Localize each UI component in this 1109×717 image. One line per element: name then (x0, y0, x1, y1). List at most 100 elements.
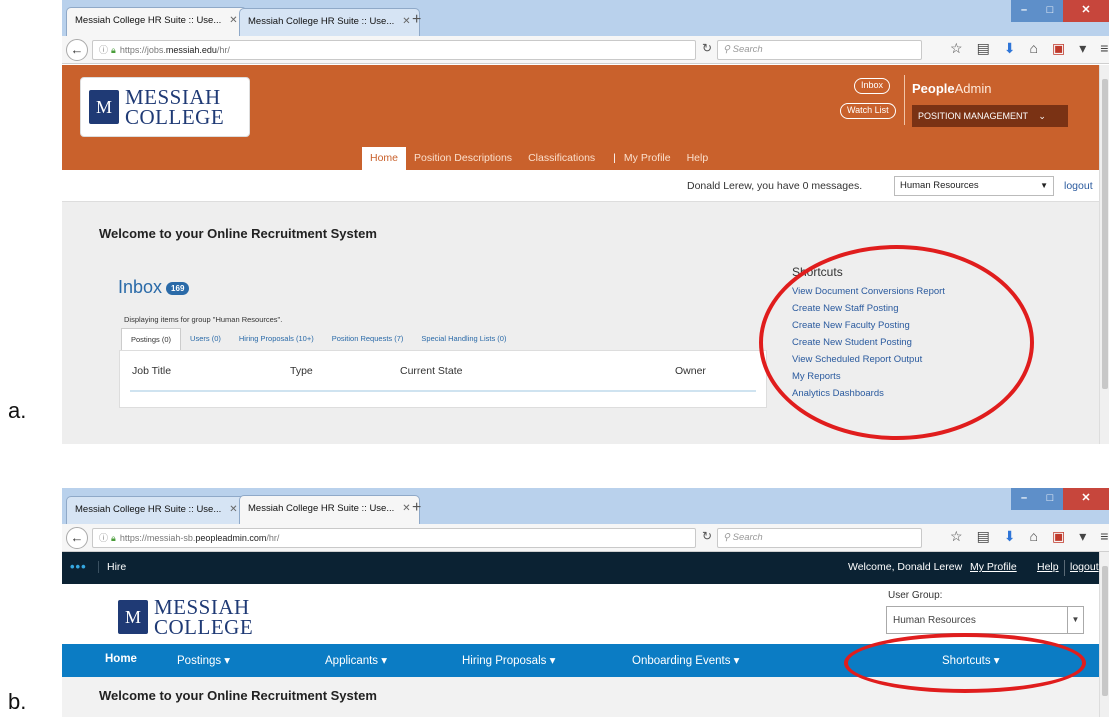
close-tab-icon[interactable]: ✕ (229, 15, 237, 26)
screenshot-b: Messiah College HR Suite :: Use... ✕ Mess… (62, 488, 1109, 717)
dropdown-icon[interactable]: ▾ (1079, 528, 1086, 545)
page-scrollbar[interactable] (1099, 552, 1109, 717)
browser-search-input[interactable]: ⚲ Search (717, 528, 922, 548)
divider (1064, 560, 1065, 576)
reading-list-icon[interactable]: ▤ (977, 40, 990, 57)
inbox-pill-button[interactable]: Inbox (854, 78, 891, 94)
top-utility-bar: ••• Hire Welcome, Donald Lerew My Profil… (62, 552, 1109, 584)
window-controls: – □ ✕ (1011, 0, 1109, 22)
nav-help[interactable]: Help (679, 147, 717, 170)
nav-position-descriptions[interactable]: Position Descriptions (406, 147, 520, 170)
hire-module-label[interactable]: Hire (98, 561, 126, 573)
minimize-icon[interactable]: – (1011, 488, 1037, 510)
url-prefix: https://messiah-sb. (119, 533, 196, 543)
url-domain: messiah.edu (165, 45, 217, 55)
info-icon[interactable]: ⓘ (99, 533, 108, 543)
menu-icon[interactable]: ≡ (1100, 528, 1108, 545)
inbox-heading: Inbox 169 (118, 277, 190, 298)
column-job-title[interactable]: Job Title (132, 365, 171, 377)
bookmark-star-icon[interactable]: ☆ (950, 40, 963, 57)
messages-link[interactable]: Donald Lerew, you have 0 messages. (687, 180, 862, 192)
college-seal-icon: M (118, 600, 148, 634)
scrollbar-thumb[interactable] (1102, 566, 1108, 696)
logout-link[interactable]: logout (1070, 561, 1099, 573)
new-tab-icon[interactable]: + (412, 499, 421, 517)
info-icon[interactable]: ⓘ (99, 45, 108, 55)
nav-postings[interactable]: Postings ▾ (177, 653, 230, 667)
close-tab-icon[interactable]: ✕ (402, 16, 410, 27)
peopleadmin-brand: PeopleAdmin (912, 81, 991, 96)
nav-home[interactable]: Home (105, 653, 137, 665)
close-tab-icon[interactable]: ✕ (229, 504, 237, 515)
tab-hiring-proposals[interactable]: Hiring Proposals (10+) (230, 328, 323, 350)
nav-onboarding-events[interactable]: Onboarding Events ▾ (632, 653, 739, 667)
column-current-state[interactable]: Current State (400, 365, 462, 377)
minimize-icon[interactable]: – (1011, 0, 1037, 22)
reload-icon[interactable]: ↻ (702, 529, 712, 543)
nav-applicants[interactable]: Applicants ▾ (325, 653, 387, 667)
logo-line-2: COLLEGE (125, 105, 225, 129)
messiah-college-logo[interactable]: M MESSIAH COLLEGE (110, 588, 280, 648)
browser-tab-1[interactable]: Messiah College HR Suite :: Use... ✕ (66, 7, 247, 36)
column-type[interactable]: Type (290, 365, 313, 377)
header-divider (904, 75, 905, 125)
bookmark-star-icon[interactable]: ☆ (950, 528, 963, 545)
nav-classifications[interactable]: Classifications (520, 147, 603, 170)
tab-users[interactable]: Users (0) (181, 328, 230, 350)
group-select[interactable]: Human Resources ▼ (894, 176, 1054, 196)
nav-separator: | (613, 152, 616, 164)
user-group-select[interactable]: Human Resources ▼ (886, 606, 1084, 634)
inbox-tabs: Postings (0) Users (0) Hiring Proposals … (121, 328, 515, 350)
browser-tab-title: Messiah College HR Suite :: Use... (248, 16, 395, 27)
chevron-down-icon: ⌄ (1038, 111, 1046, 121)
url-bar[interactable]: ⓘ 🔒︎ https://jobs.messiah.edu/hr/ (92, 40, 696, 60)
browser-tab-title: Messiah College HR Suite :: Use... (248, 503, 395, 514)
watch-list-pill-button[interactable]: Watch List (840, 103, 896, 119)
page-scrollbar[interactable] (1099, 65, 1109, 444)
back-arrow-icon[interactable]: ← (66, 39, 88, 61)
nav-my-profile[interactable]: My Profile (616, 147, 679, 170)
reload-icon[interactable]: ↻ (702, 41, 712, 55)
download-icon[interactable]: ⬇ (1004, 528, 1016, 545)
menu-icon[interactable]: ≡ (1100, 40, 1108, 57)
group-select-value: Human Resources (900, 180, 979, 191)
tab-position-requests[interactable]: Position Requests (7) (323, 328, 413, 350)
messiah-college-logo[interactable]: M MESSIAH COLLEGE (80, 77, 250, 137)
my-profile-link[interactable]: My Profile (970, 561, 1017, 573)
home-icon[interactable]: ⌂ (1030, 40, 1038, 57)
new-tab-icon[interactable]: + (412, 11, 421, 29)
position-management-dropdown[interactable]: POSITION MANAGEMENT ⌄ (912, 105, 1068, 127)
main-nav: Home Position Descriptions Classificatio… (362, 147, 716, 170)
browser-tab-1[interactable]: Messiah College HR Suite :: Use... ✕ (66, 496, 247, 524)
tab-special-handling-lists[interactable]: Special Handling Lists (0) (412, 328, 515, 350)
tab-postings[interactable]: Postings (0) (121, 328, 182, 350)
browser-search-input[interactable]: ⚲ Search (717, 40, 922, 60)
search-placeholder: Search (732, 44, 763, 55)
close-window-icon[interactable]: ✕ (1063, 0, 1109, 22)
position-management-label: POSITION MANAGEMENT (918, 111, 1028, 121)
back-arrow-icon[interactable]: ← (66, 527, 88, 549)
close-tab-icon[interactable]: ✕ (402, 503, 410, 514)
home-icon[interactable]: ⌂ (1030, 528, 1038, 545)
dropdown-icon[interactable]: ▾ (1079, 40, 1086, 57)
nav-hiring-proposals[interactable]: Hiring Proposals ▾ (462, 653, 555, 667)
maximize-icon[interactable]: □ (1037, 0, 1063, 22)
browser-tab-2[interactable]: Messiah College HR Suite :: Use... ✕ (239, 495, 420, 524)
column-owner[interactable]: Owner (675, 365, 706, 377)
reading-list-icon[interactable]: ▤ (977, 528, 990, 545)
browser-tab-2[interactable]: Messiah College HR Suite :: Use... ✕ (239, 8, 420, 36)
url-bar[interactable]: ⓘ 🔒︎ https://messiah-sb.peopleadmin.com/hr… (92, 528, 696, 548)
pdf-addon-icon[interactable]: ▣ (1052, 40, 1065, 57)
download-icon[interactable]: ⬇ (1004, 40, 1016, 57)
label-a: a. (8, 398, 27, 423)
maximize-icon[interactable]: □ (1037, 488, 1063, 510)
user-group-value: Human Resources (893, 615, 976, 626)
logout-link[interactable]: logout (1064, 180, 1093, 192)
close-window-icon[interactable]: ✕ (1063, 488, 1109, 510)
help-link[interactable]: Help (1037, 561, 1059, 573)
pdf-addon-icon[interactable]: ▣ (1052, 528, 1065, 545)
app-switcher-icon[interactable]: ••• (70, 560, 87, 573)
scrollbar-thumb[interactable] (1102, 79, 1108, 389)
browser-nav-bar: ← ⓘ 🔒︎ https://jobs.messiah.edu/hr/ ↻ ⚲ Se… (62, 36, 1109, 64)
nav-home[interactable]: Home (362, 147, 407, 170)
